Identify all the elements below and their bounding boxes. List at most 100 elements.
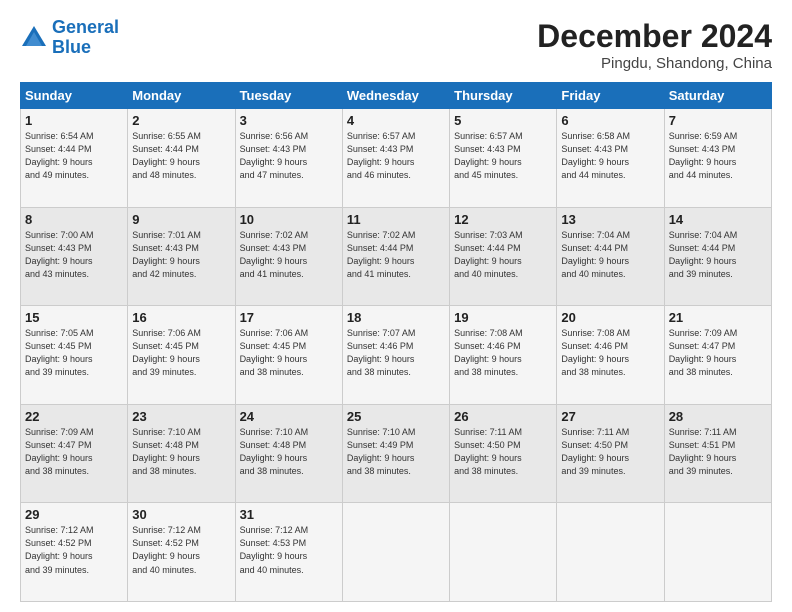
day-cell: 25 Sunrise: 7:10 AMSunset: 4:49 PMDayligh…: [342, 404, 449, 503]
day-number: 16: [132, 310, 230, 325]
logo-icon: [20, 24, 48, 52]
day-number: 2: [132, 113, 230, 128]
day-number: 26: [454, 409, 552, 424]
day-cell: 18 Sunrise: 7:07 AMSunset: 4:46 PMDayligh…: [342, 306, 449, 405]
day-info: Sunrise: 6:57 AMSunset: 4:43 PMDaylight:…: [347, 130, 445, 182]
week-row-5: 29Sunrise: 7:12 AMSunset: 4:52 PMDayligh…: [21, 503, 772, 602]
day-info: Sunrise: 7:08 AMSunset: 4:46 PMDaylight:…: [454, 327, 552, 379]
day-number: 11: [347, 212, 445, 227]
day-header-friday: Friday: [557, 83, 664, 109]
day-info: Sunrise: 7:05 AMSunset: 4:45 PMDaylight:…: [25, 327, 123, 379]
day-cell: 11 Sunrise: 7:02 AMSunset: 4:44 PMDayligh…: [342, 207, 449, 306]
day-number: 31: [240, 507, 338, 522]
day-header-thursday: Thursday: [450, 83, 557, 109]
day-info: Sunrise: 6:56 AMSunset: 4:43 PMDaylight:…: [240, 130, 338, 182]
day-info: Sunrise: 7:08 AMSunset: 4:46 PMDaylight:…: [561, 327, 659, 379]
day-number: 8: [25, 212, 123, 227]
week-row-2: 8 Sunrise: 7:00 AMSunset: 4:43 PMDaylight…: [21, 207, 772, 306]
day-cell: 21 Sunrise: 7:09 AMSunset: 4:47 PMDayligh…: [664, 306, 771, 405]
day-cell: 27 Sunrise: 7:11 AMSunset: 4:50 PMDayligh…: [557, 404, 664, 503]
day-cell: 12Sunrise: 7:03 AMSunset: 4:44 PMDayligh…: [450, 207, 557, 306]
day-cell: 28 Sunrise: 7:11 AMSunset: 4:51 PMDayligh…: [664, 404, 771, 503]
day-info: Sunrise: 7:12 AMSunset: 4:52 PMDaylight:…: [25, 524, 123, 576]
day-cell: 1Sunrise: 6:54 AMSunset: 4:44 PMDaylight…: [21, 109, 128, 208]
logo-blue: Blue: [52, 37, 91, 57]
day-header-sunday: Sunday: [21, 83, 128, 109]
calendar: SundayMondayTuesdayWednesdayThursdayFrid…: [20, 82, 772, 602]
week-row-1: 1Sunrise: 6:54 AMSunset: 4:44 PMDaylight…: [21, 109, 772, 208]
day-number: 7: [669, 113, 767, 128]
day-cell: 17Sunrise: 7:06 AMSunset: 4:45 PMDayligh…: [235, 306, 342, 405]
day-number: 14: [669, 212, 767, 227]
page: General Blue December 2024 Pingdu, Shand…: [0, 0, 792, 612]
day-info: Sunrise: 7:04 AMSunset: 4:44 PMDaylight:…: [669, 229, 767, 281]
day-number: 4: [347, 113, 445, 128]
logo-general: General: [52, 17, 119, 37]
day-info: Sunrise: 7:00 AMSunset: 4:43 PMDaylight:…: [25, 229, 123, 281]
day-number: 19: [454, 310, 552, 325]
day-info: Sunrise: 7:06 AMSunset: 4:45 PMDaylight:…: [240, 327, 338, 379]
header-row: SundayMondayTuesdayWednesdayThursdayFrid…: [21, 83, 772, 109]
day-cell: 7 Sunrise: 6:59 AMSunset: 4:43 PMDaylight…: [664, 109, 771, 208]
day-number: 22: [25, 409, 123, 424]
day-info: Sunrise: 6:57 AMSunset: 4:43 PMDaylight:…: [454, 130, 552, 182]
month-title: December 2024: [537, 18, 772, 55]
day-number: 27: [561, 409, 659, 424]
day-number: 10: [240, 212, 338, 227]
day-info: Sunrise: 6:55 AMSunset: 4:44 PMDaylight:…: [132, 130, 230, 182]
day-info: Sunrise: 7:02 AMSunset: 4:44 PMDaylight:…: [347, 229, 445, 281]
day-cell: [557, 503, 664, 602]
day-number: 5: [454, 113, 552, 128]
day-info: Sunrise: 7:10 AMSunset: 4:48 PMDaylight:…: [240, 426, 338, 478]
day-header-monday: Monday: [128, 83, 235, 109]
day-cell: 8 Sunrise: 7:00 AMSunset: 4:43 PMDaylight…: [21, 207, 128, 306]
logo-text: General Blue: [52, 18, 119, 58]
day-number: 30: [132, 507, 230, 522]
day-cell: 16Sunrise: 7:06 AMSunset: 4:45 PMDayligh…: [128, 306, 235, 405]
day-number: 12: [454, 212, 552, 227]
day-cell: 22 Sunrise: 7:09 AMSunset: 4:47 PMDayligh…: [21, 404, 128, 503]
day-cell: 3 Sunrise: 6:56 AMSunset: 4:43 PMDaylight…: [235, 109, 342, 208]
day-info: Sunrise: 6:59 AMSunset: 4:43 PMDaylight:…: [669, 130, 767, 182]
day-number: 21: [669, 310, 767, 325]
day-number: 1: [25, 113, 123, 128]
day-info: Sunrise: 7:02 AMSunset: 4:43 PMDaylight:…: [240, 229, 338, 281]
day-number: 28: [669, 409, 767, 424]
day-cell: 20 Sunrise: 7:08 AMSunset: 4:46 PMDayligh…: [557, 306, 664, 405]
day-number: 25: [347, 409, 445, 424]
day-info: Sunrise: 7:10 AMSunset: 4:48 PMDaylight:…: [132, 426, 230, 478]
day-info: Sunrise: 7:09 AMSunset: 4:47 PMDaylight:…: [25, 426, 123, 478]
day-info: Sunrise: 7:04 AMSunset: 4:44 PMDaylight:…: [561, 229, 659, 281]
day-number: 13: [561, 212, 659, 227]
header: General Blue December 2024 Pingdu, Shand…: [20, 18, 772, 72]
calendar-body: 1Sunrise: 6:54 AMSunset: 4:44 PMDaylight…: [21, 109, 772, 602]
title-block: December 2024 Pingdu, Shandong, China: [537, 18, 772, 72]
day-cell: 19 Sunrise: 7:08 AMSunset: 4:46 PMDayligh…: [450, 306, 557, 405]
day-info: Sunrise: 7:11 AMSunset: 4:50 PMDaylight:…: [561, 426, 659, 478]
day-number: 3: [240, 113, 338, 128]
day-cell: 4 Sunrise: 6:57 AMSunset: 4:43 PMDaylight…: [342, 109, 449, 208]
day-number: 23: [132, 409, 230, 424]
day-cell: 30Sunrise: 7:12 AMSunset: 4:52 PMDayligh…: [128, 503, 235, 602]
day-info: Sunrise: 6:58 AMSunset: 4:43 PMDaylight:…: [561, 130, 659, 182]
day-info: Sunrise: 7:10 AMSunset: 4:49 PMDaylight:…: [347, 426, 445, 478]
day-cell: 15Sunrise: 7:05 AMSunset: 4:45 PMDayligh…: [21, 306, 128, 405]
day-info: Sunrise: 7:09 AMSunset: 4:47 PMDaylight:…: [669, 327, 767, 379]
day-info: Sunrise: 7:11 AMSunset: 4:51 PMDaylight:…: [669, 426, 767, 478]
day-cell: 6Sunrise: 6:58 AMSunset: 4:43 PMDaylight…: [557, 109, 664, 208]
day-info: Sunrise: 7:07 AMSunset: 4:46 PMDaylight:…: [347, 327, 445, 379]
day-cell: 31Sunrise: 7:12 AMSunset: 4:53 PMDayligh…: [235, 503, 342, 602]
day-header-tuesday: Tuesday: [235, 83, 342, 109]
day-header-saturday: Saturday: [664, 83, 771, 109]
day-cell: 14 Sunrise: 7:04 AMSunset: 4:44 PMDayligh…: [664, 207, 771, 306]
day-cell: [664, 503, 771, 602]
day-cell: 24 Sunrise: 7:10 AMSunset: 4:48 PMDayligh…: [235, 404, 342, 503]
day-cell: 10 Sunrise: 7:02 AMSunset: 4:43 PMDayligh…: [235, 207, 342, 306]
day-cell: 26 Sunrise: 7:11 AMSunset: 4:50 PMDayligh…: [450, 404, 557, 503]
day-number: 18: [347, 310, 445, 325]
day-number: 24: [240, 409, 338, 424]
day-info: Sunrise: 7:11 AMSunset: 4:50 PMDaylight:…: [454, 426, 552, 478]
location: Pingdu, Shandong, China: [537, 55, 772, 72]
day-cell: 23 Sunrise: 7:10 AMSunset: 4:48 PMDayligh…: [128, 404, 235, 503]
day-number: 20: [561, 310, 659, 325]
